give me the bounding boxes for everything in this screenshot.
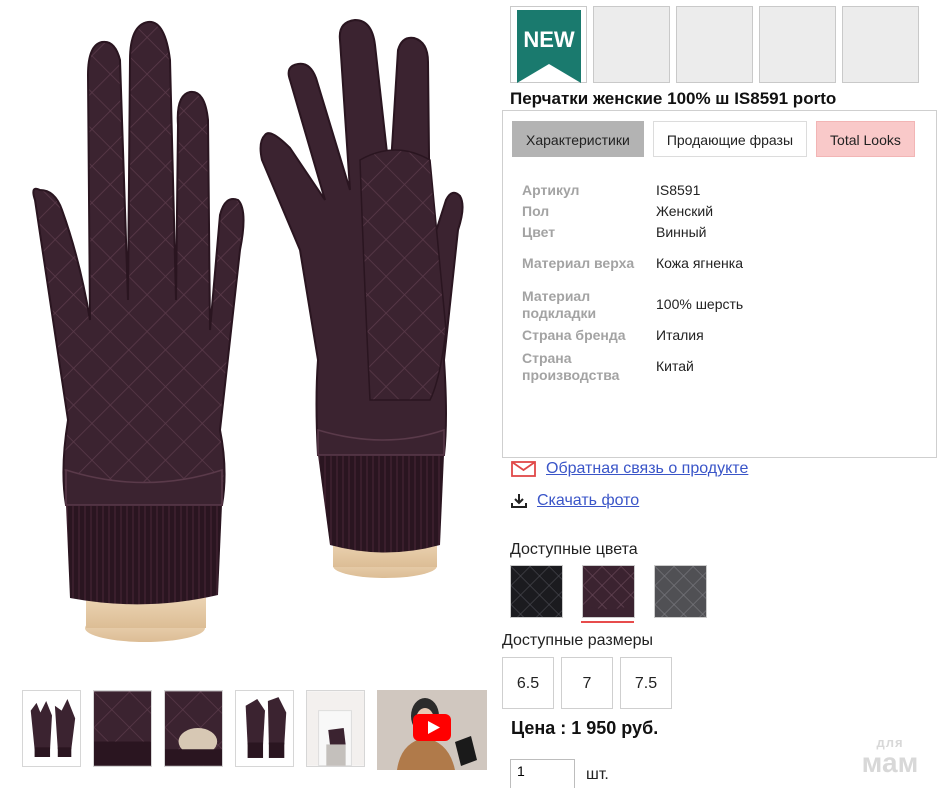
download-icon (511, 494, 527, 508)
badge-cell-empty (842, 6, 919, 83)
new-badge-cell: NEW (510, 6, 587, 83)
spec-value: Кожа ягненка (656, 255, 743, 271)
thumbnail-back[interactable] (235, 690, 294, 767)
size-option[interactable]: 6.5 (502, 657, 554, 709)
table-row: Страна бренда Италия (522, 325, 922, 346)
badge-row: NEW (510, 6, 919, 83)
thumbnail-strip (22, 690, 365, 767)
main-product-photo[interactable] (0, 0, 500, 680)
quantity-unit: шт. (586, 766, 609, 783)
spec-value: Китай (656, 358, 694, 374)
thumbnail-quilt-detail[interactable] (93, 690, 152, 767)
quantity-input[interactable] (510, 759, 575, 788)
spec-value: Женский (656, 203, 714, 219)
table-row: Цвет Винный (522, 222, 922, 243)
color-swatch-grey[interactable] (654, 565, 707, 618)
spec-key: Материал верха (522, 255, 635, 271)
tab-characteristics[interactable]: Характеристики (512, 121, 644, 157)
sizes-label: Доступные размеры (502, 632, 654, 649)
watermark-logo: для мам (853, 736, 927, 777)
spec-key: Пол (522, 203, 550, 219)
spec-key: Артикул (522, 182, 580, 198)
feedback-link-row: Обратная связь о продукте (511, 460, 748, 478)
table-row: Материал подкладки 100% шерсть (522, 284, 922, 325)
table-row: Материал верха Кожа ягненка (522, 243, 922, 284)
color-swatches (510, 565, 707, 618)
tab-total-looks[interactable]: Total Looks (816, 121, 915, 157)
specs-table: Артикул IS8591 Пол Женский Цвет Винный Мате… (522, 180, 922, 387)
product-title: Перчатки женские 100% ш IS8591 porto (510, 89, 837, 108)
video-thumbnail[interactable] (377, 690, 487, 770)
color-swatch-wine[interactable] (582, 565, 635, 618)
spec-value: Винный (656, 224, 707, 240)
table-row: Артикул IS8591 (522, 180, 922, 201)
size-option[interactable]: 7 (561, 657, 613, 709)
size-options: 6.5 7 7.5 (502, 657, 672, 709)
tab-selling-phrases[interactable]: Продающие фразы (652, 121, 808, 157)
download-photo-link[interactable]: Скачать фото (537, 492, 639, 510)
left-glove (32, 20, 245, 642)
color-swatch-black[interactable] (510, 565, 563, 618)
mail-icon (511, 461, 536, 477)
badge-cell-empty (676, 6, 753, 83)
feedback-link[interactable]: Обратная связь о продукте (546, 460, 748, 478)
selected-color-indicator (581, 621, 634, 623)
spec-key: Цвет (522, 224, 556, 240)
new-badge-label: NEW (523, 27, 575, 52)
thumbnail-model[interactable] (306, 690, 365, 767)
spec-key: Страна производства (522, 349, 620, 383)
size-option[interactable]: 7.5 (620, 657, 672, 709)
badge-cell-empty (759, 6, 836, 83)
spec-value: 100% шерсть (656, 296, 744, 312)
spec-key: Страна бренда (522, 327, 626, 343)
colors-label: Доступные цвета (510, 541, 638, 558)
badge-cell-empty (593, 6, 670, 83)
price: Цена : 1 950 руб. (511, 718, 659, 738)
spec-key: Материал подкладки (522, 287, 597, 321)
download-link-row: Скачать фото (511, 492, 639, 510)
right-glove (259, 18, 464, 578)
spec-value: IS8591 (656, 182, 701, 198)
thumbnail-lining[interactable] (164, 690, 223, 767)
panel-tabs: Характеристики Продающие фразы Total Loo… (512, 121, 915, 157)
characteristics-panel: Характеристики Продающие фразы Total Loo… (502, 110, 937, 458)
thumbnail-pair[interactable] (22, 690, 81, 767)
table-row: Пол Женский (522, 201, 922, 222)
spec-value: Италия (656, 327, 704, 343)
watermark-bottom: мам (861, 747, 919, 778)
table-row: Страна производства Китай (522, 346, 922, 387)
